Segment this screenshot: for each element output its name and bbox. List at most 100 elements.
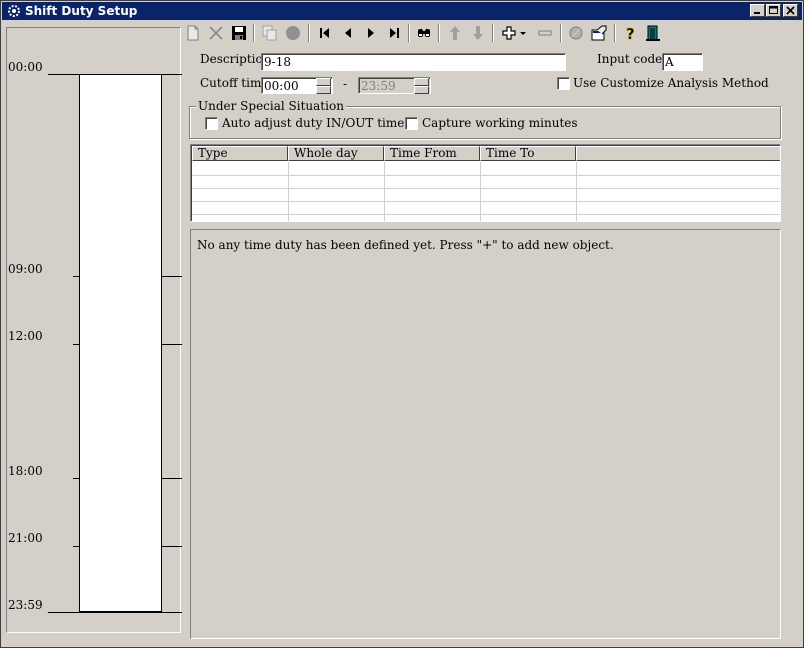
- close-icon: [786, 6, 795, 15]
- exit-icon: [646, 25, 660, 41]
- last-record-button[interactable]: [384, 23, 404, 43]
- toolbar: ?: [182, 22, 672, 44]
- capture-minutes-checkbox[interactable]: [405, 117, 418, 130]
- minimize-button[interactable]: [750, 4, 765, 17]
- first-icon: [320, 28, 329, 38]
- customize-analysis-label: Use Customize Analysis Method: [573, 76, 769, 90]
- capture-minutes-label: Capture working minutes: [422, 116, 578, 130]
- move-down-button[interactable]: [468, 23, 488, 43]
- cutoff-dash: -: [343, 77, 348, 91]
- shift-duty-window: Shift Duty Setup 00:00 09:00 12:00 18:00…: [0, 0, 804, 648]
- cutoff-time-label: Cutoff time: [200, 76, 269, 90]
- tick-1800-right: [162, 478, 182, 479]
- gear-icon[interactable]: [7, 4, 21, 18]
- tick-2100-left: [73, 546, 79, 547]
- first-record-button[interactable]: [315, 23, 335, 43]
- window-title: Shift Duty Setup: [25, 4, 138, 18]
- find-icon: [418, 29, 430, 37]
- grid-row-line: [192, 175, 780, 176]
- properties-button[interactable]: [589, 23, 609, 43]
- grid-header: Type Whole day Time From Time To: [192, 146, 780, 161]
- find-button[interactable]: [414, 23, 434, 43]
- time-label-1800: 18:00: [8, 464, 43, 478]
- time-duty-grid[interactable]: Type Whole day Time From Time To: [190, 144, 781, 222]
- save-button[interactable]: [229, 23, 249, 43]
- close-button[interactable]: [783, 4, 798, 17]
- next-record-button[interactable]: [361, 23, 381, 43]
- timeline-bottom-line: [48, 612, 182, 613]
- input-code-label: Input code :: [597, 52, 671, 66]
- input-code-field[interactable]: [662, 53, 703, 71]
- special-situation-legend: Under Special Situation: [196, 99, 346, 113]
- timeline-panel: 00:00 09:00 12:00 18:00 21:00 23:59: [6, 27, 182, 633]
- remove-icon: [538, 30, 552, 36]
- column-header-time-from[interactable]: Time From: [384, 146, 480, 161]
- delete-button[interactable]: [206, 23, 226, 43]
- grid-col-line: [288, 162, 289, 221]
- toolbar-separator: [492, 24, 494, 42]
- add-dropdown-button[interactable]: [518, 23, 528, 43]
- column-header-whole-day[interactable]: Whole day: [288, 146, 384, 161]
- new-icon: [187, 25, 199, 41]
- toolbar-separator: [560, 24, 562, 42]
- title-bar[interactable]: Shift Duty Setup: [2, 2, 802, 20]
- time-label-2359: 23:59: [8, 598, 43, 612]
- maximize-button[interactable]: [766, 4, 781, 17]
- spin-up-button[interactable]: [414, 78, 429, 86]
- grid-col-line: [480, 162, 481, 221]
- record-icon: [286, 26, 300, 40]
- tick-1200-right: [162, 344, 182, 345]
- help-button[interactable]: ?: [620, 23, 640, 43]
- add-button[interactable]: [499, 23, 519, 43]
- move-up-button[interactable]: [445, 23, 465, 43]
- spin-up-button[interactable]: [316, 78, 331, 86]
- move-up-icon: [450, 26, 460, 40]
- description-field[interactable]: [261, 53, 566, 71]
- move-down-icon: [473, 26, 483, 40]
- grid-row-line: [192, 188, 780, 189]
- time-duty-panel: No any time duty has been defined yet. P…: [190, 229, 781, 639]
- toolbar-separator: [308, 24, 310, 42]
- exit-button[interactable]: [643, 23, 663, 43]
- description-label: Description: [200, 52, 271, 66]
- toolbar-separator: [614, 24, 616, 42]
- empty-state-message: No any time duty has been defined yet. P…: [197, 238, 614, 252]
- disabled-option-button[interactable]: [566, 23, 586, 43]
- grid-col-line: [576, 162, 577, 221]
- grid-row-line: [192, 201, 780, 202]
- save-icon: [232, 26, 246, 40]
- grid-col-line: [384, 162, 385, 221]
- tick-0900-left: [73, 276, 79, 277]
- column-header-time-to[interactable]: Time To: [480, 146, 576, 161]
- tick-2100-right: [162, 546, 182, 547]
- toolbar-separator: [253, 24, 255, 42]
- tick-1800-left: [73, 478, 79, 479]
- column-header-filler: [576, 146, 780, 161]
- spin-down-button[interactable]: [414, 86, 429, 94]
- record-button[interactable]: [283, 23, 303, 43]
- dropdown-icon: [520, 32, 526, 35]
- help-icon: ?: [626, 25, 635, 41]
- minimize-icon: [754, 12, 760, 14]
- copy-icon: [262, 25, 277, 41]
- copy-button[interactable]: [260, 23, 280, 43]
- spin-down-button[interactable]: [316, 86, 331, 94]
- customize-analysis-checkbox[interactable]: [557, 77, 570, 90]
- column-header-type[interactable]: Type: [192, 146, 288, 161]
- maximize-icon: [769, 6, 778, 14]
- auto-adjust-label: Auto adjust duty IN/OUT time: [222, 116, 405, 130]
- time-label-0000: 00:00: [8, 60, 43, 74]
- tick-1200-left: [73, 344, 79, 345]
- toolbar-separator: [438, 24, 440, 42]
- duty-time-bar[interactable]: [79, 74, 162, 612]
- disabled-circle-icon: [569, 26, 583, 40]
- new-button[interactable]: [183, 23, 203, 43]
- last-icon: [390, 28, 399, 38]
- delete-icon: [209, 26, 223, 40]
- time-label-1200: 12:00: [8, 329, 43, 343]
- auto-adjust-checkbox[interactable]: [205, 117, 218, 130]
- previous-record-button[interactable]: [338, 23, 358, 43]
- remove-button[interactable]: [535, 23, 555, 43]
- previous-icon: [345, 28, 351, 38]
- add-icon: [502, 26, 516, 40]
